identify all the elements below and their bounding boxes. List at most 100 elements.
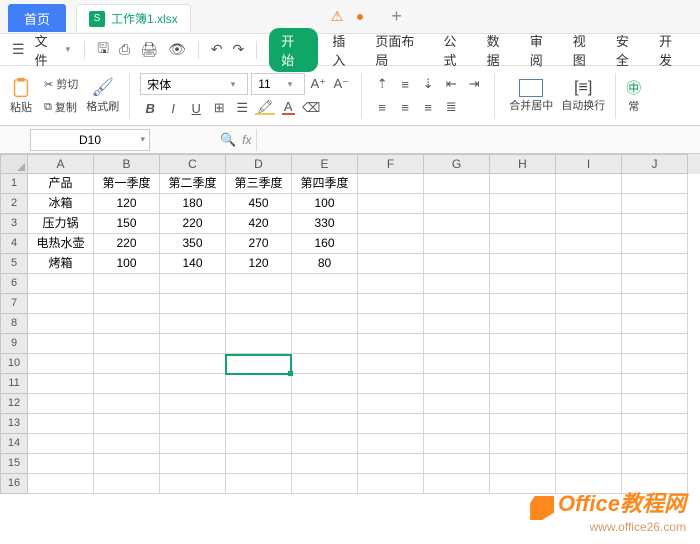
cell[interactable]	[160, 434, 226, 454]
cell[interactable]	[424, 454, 490, 474]
cell[interactable]	[424, 234, 490, 254]
cell[interactable]	[490, 194, 556, 214]
cell[interactable]	[556, 214, 622, 234]
cell[interactable]	[424, 254, 490, 274]
cell[interactable]: 冰箱	[28, 194, 94, 214]
col-header[interactable]: I	[556, 154, 622, 174]
cell[interactable]	[424, 394, 490, 414]
cell[interactable]	[490, 214, 556, 234]
cell[interactable]	[622, 214, 688, 234]
col-header[interactable]: D	[226, 154, 292, 174]
cell[interactable]	[358, 174, 424, 194]
cell[interactable]	[292, 394, 358, 414]
cell[interactable]	[490, 334, 556, 354]
cell[interactable]	[292, 334, 358, 354]
cell[interactable]: 第三季度	[226, 174, 292, 194]
cell[interactable]	[622, 434, 688, 454]
save-as-icon[interactable]: ⎙	[115, 39, 134, 60]
cell[interactable]	[160, 354, 226, 374]
cell[interactable]: 80	[292, 254, 358, 274]
col-header[interactable]: B	[94, 154, 160, 174]
cell[interactable]	[490, 254, 556, 274]
paste-button[interactable]: 粘贴	[6, 77, 36, 115]
align-top-icon[interactable]: ⇡	[372, 74, 392, 94]
cell[interactable]	[358, 354, 424, 374]
justify-icon[interactable]: ≣	[441, 97, 461, 117]
cell[interactable]: 160	[292, 234, 358, 254]
cell[interactable]	[622, 354, 688, 374]
row-header[interactable]: 6	[0, 274, 28, 294]
align-left-icon[interactable]: ≡	[372, 97, 392, 117]
cell-style-button[interactable]: ☰	[232, 98, 252, 118]
cell[interactable]	[358, 394, 424, 414]
select-all-corner[interactable]	[0, 154, 28, 174]
fx-icon[interactable]: fx	[242, 133, 251, 147]
align-center-icon[interactable]: ≡	[395, 97, 415, 117]
row-header[interactable]: 7	[0, 294, 28, 314]
row-header[interactable]: 16	[0, 474, 28, 494]
format-painter-button[interactable]: 🖌 格式刷	[86, 77, 119, 114]
cell[interactable]	[622, 174, 688, 194]
bold-button[interactable]: B	[140, 98, 160, 118]
preview-icon[interactable]: 👁	[164, 39, 190, 60]
cell[interactable]: 120	[226, 254, 292, 274]
row-header[interactable]: 14	[0, 434, 28, 454]
cell[interactable]	[556, 414, 622, 434]
print-icon[interactable]: 🖨	[136, 39, 162, 60]
cell[interactable]	[556, 254, 622, 274]
cell[interactable]	[358, 374, 424, 394]
cell[interactable]	[556, 314, 622, 334]
align-right-icon[interactable]: ≡	[418, 97, 438, 117]
save-icon[interactable]: 🖫	[93, 36, 113, 64]
cell[interactable]	[94, 454, 160, 474]
cell[interactable]	[622, 294, 688, 314]
cell[interactable]	[28, 414, 94, 434]
tab-layout[interactable]: 页面布局	[367, 31, 433, 69]
italic-button[interactable]: I	[163, 98, 183, 118]
indent-right-icon[interactable]: ⇥	[464, 74, 484, 94]
cell[interactable]	[358, 274, 424, 294]
cell[interactable]	[160, 454, 226, 474]
row-header[interactable]: 11	[0, 374, 28, 394]
cell[interactable]	[292, 354, 358, 374]
col-header[interactable]: H	[490, 154, 556, 174]
cell[interactable]	[160, 294, 226, 314]
cell[interactable]	[424, 354, 490, 374]
cell[interactable]	[622, 274, 688, 294]
cell[interactable]	[226, 474, 292, 494]
cell[interactable]	[94, 434, 160, 454]
cell[interactable]	[28, 474, 94, 494]
name-box[interactable]: D10▾	[30, 129, 150, 151]
tab-view[interactable]: 视图	[565, 31, 606, 69]
cell[interactable]: 220	[160, 214, 226, 234]
cell[interactable]	[28, 394, 94, 414]
row-header[interactable]: 2	[0, 194, 28, 214]
increase-font-icon[interactable]: A⁺	[308, 74, 328, 94]
search-icon[interactable]: 🔍	[220, 132, 236, 148]
cell[interactable]	[622, 254, 688, 274]
fill-color-button[interactable]: 🖍	[255, 98, 275, 118]
cell[interactable]	[28, 334, 94, 354]
cell[interactable]	[292, 474, 358, 494]
col-header[interactable]: F	[358, 154, 424, 174]
redo-icon[interactable]: ↷	[229, 39, 249, 60]
cell[interactable]: 180	[160, 194, 226, 214]
cell[interactable]	[94, 414, 160, 434]
cell[interactable]	[622, 414, 688, 434]
cell[interactable]	[226, 394, 292, 414]
cell[interactable]	[160, 414, 226, 434]
cell[interactable]	[556, 394, 622, 414]
cell[interactable]: 150	[94, 214, 160, 234]
copy-button[interactable]: ⧉复制	[40, 97, 82, 117]
spreadsheet-grid[interactable]: A B C D E F G H I J 1产品第一季度第二季度第三季度第四季度2…	[0, 154, 700, 494]
cell[interactable]	[424, 274, 490, 294]
tab-formula[interactable]: 公式	[436, 31, 477, 69]
cell[interactable]	[358, 294, 424, 314]
cell[interactable]	[358, 254, 424, 274]
eraser-icon[interactable]: ⌫	[301, 98, 321, 118]
cell[interactable]: 电热水壶	[28, 234, 94, 254]
cell[interactable]	[94, 474, 160, 494]
tab-review[interactable]: 审阅	[522, 31, 563, 69]
cell[interactable]	[226, 274, 292, 294]
cell[interactable]	[160, 394, 226, 414]
